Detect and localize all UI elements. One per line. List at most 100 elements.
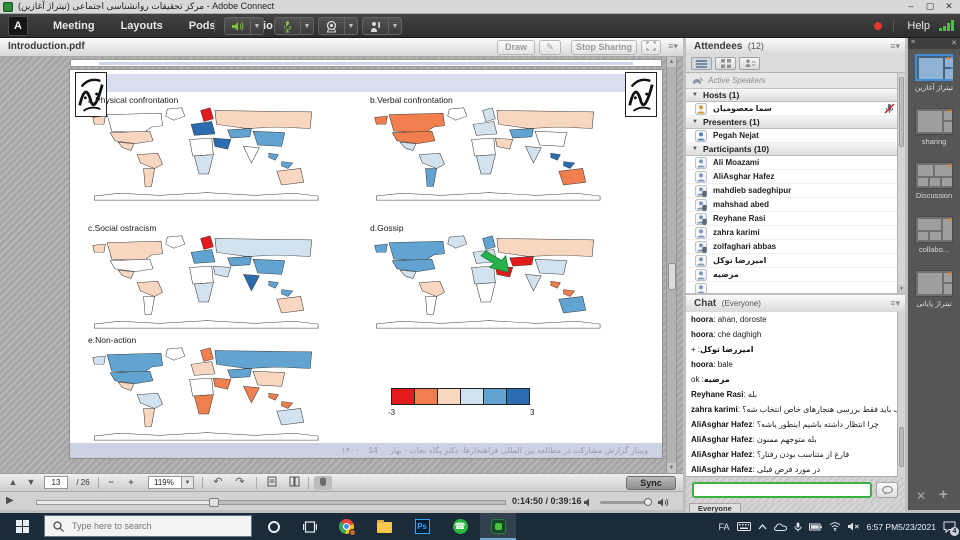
close-button[interactable]: ✕ bbox=[940, 0, 958, 13]
play-button[interactable]: ▶ bbox=[6, 495, 14, 506]
chrome-button[interactable] bbox=[328, 513, 364, 540]
attendee-row[interactable]: mahshad abed bbox=[686, 198, 905, 212]
grid-view-button[interactable] bbox=[715, 57, 736, 70]
scrollbar-handle[interactable] bbox=[899, 427, 904, 467]
layout-thumbnail-5[interactable] bbox=[915, 270, 953, 297]
notification-center-button[interactable]: 4 bbox=[943, 521, 956, 533]
start-button[interactable] bbox=[0, 513, 44, 540]
menu-meeting[interactable]: Meeting bbox=[40, 14, 108, 38]
scrollbar-handle[interactable] bbox=[899, 77, 904, 147]
scroll-down-arrow[interactable]: ▼ bbox=[667, 463, 676, 473]
language-indicator[interactable]: FA bbox=[719, 522, 730, 532]
search-input[interactable] bbox=[70, 520, 230, 532]
document-scrollbar[interactable]: ▲ ▼ bbox=[666, 57, 677, 473]
attendee-row[interactable]: AliAsghar Hafez bbox=[686, 170, 905, 184]
attendee-row[interactable]: Pegah Nejat bbox=[686, 129, 905, 143]
attendee-row[interactable]: Ali Moazami bbox=[686, 156, 905, 170]
taskbar-search[interactable] bbox=[44, 515, 252, 537]
list-view-button[interactable] bbox=[691, 57, 712, 70]
raise-hand-button[interactable] bbox=[362, 17, 389, 35]
attendee-row[interactable]: امیررضا توکل bbox=[686, 254, 905, 268]
playback-handle[interactable] bbox=[209, 498, 219, 507]
previous-page-button[interactable]: ▲ bbox=[6, 476, 20, 490]
playback-progress-track[interactable] bbox=[36, 500, 506, 505]
attendee-row[interactable]: zahra karimi bbox=[686, 226, 905, 240]
chat-pod-menu-icon[interactable]: ≡▾ bbox=[890, 298, 900, 309]
fullscreen-button[interactable] bbox=[641, 40, 661, 55]
scroll-up-arrow[interactable]: ▲ bbox=[667, 57, 676, 67]
attendee-row[interactable] bbox=[686, 282, 905, 293]
layouts-close-icon[interactable]: ✕ bbox=[951, 39, 957, 47]
photoshop-button[interactable]: Ps bbox=[404, 513, 440, 540]
share-pod-menu-icon[interactable]: ≡▾ bbox=[668, 41, 678, 52]
fit-page-button[interactable] bbox=[264, 476, 280, 490]
volume-slider[interactable] bbox=[600, 501, 650, 504]
page-number-input[interactable] bbox=[44, 476, 68, 489]
attendees-pod-menu-icon[interactable]: ≡▾ bbox=[890, 41, 900, 52]
volume-knob[interactable] bbox=[644, 498, 652, 506]
rotate-left-button[interactable]: ↶ bbox=[210, 476, 226, 490]
sidebar-close-icon[interactable]: ✕ bbox=[916, 489, 926, 503]
group-header-presenters[interactable]: ▼Presenters (1) bbox=[686, 116, 905, 129]
next-page-button[interactable]: ▼ bbox=[24, 476, 38, 490]
scrollbar-handle[interactable] bbox=[668, 263, 676, 290]
adobe-connect-button[interactable] bbox=[480, 513, 516, 540]
layout-thumbnail-2[interactable] bbox=[915, 108, 953, 135]
touch-keyboard-icon[interactable] bbox=[737, 522, 751, 531]
pointer-tool-button[interactable]: ✎ bbox=[539, 40, 561, 55]
fit-width-button[interactable] bbox=[286, 476, 302, 490]
tray-expand-chevron[interactable] bbox=[758, 524, 767, 530]
attendee-row[interactable]: mahdieb sadeghipur bbox=[686, 184, 905, 198]
task-view-button[interactable] bbox=[292, 513, 328, 540]
group-header-participants[interactable]: ▼Participants (10) bbox=[686, 143, 905, 156]
layout-label[interactable]: تیتراژ پایانی bbox=[908, 299, 960, 308]
attendee-row[interactable]: سما معصومیان bbox=[686, 102, 905, 116]
attendees-scrollbar[interactable]: ▼ bbox=[897, 73, 905, 293]
cortana-button[interactable] bbox=[256, 513, 292, 540]
zoom-out-button[interactable]: − bbox=[104, 476, 118, 490]
volume-speaker-icon[interactable] bbox=[658, 498, 670, 507]
wifi-icon[interactable] bbox=[829, 522, 841, 531]
scroll-down-arrow[interactable]: ▼ bbox=[898, 285, 905, 293]
status-dropdown[interactable]: ▼ bbox=[389, 17, 402, 35]
layout-thumbnail-4[interactable] bbox=[915, 216, 953, 243]
connection-signal-icon[interactable] bbox=[939, 20, 954, 31]
rotate-right-button[interactable]: ↷ bbox=[232, 476, 248, 490]
layouts-menu-icon[interactable]: ≡ bbox=[911, 39, 915, 46]
draw-button[interactable]: Draw bbox=[497, 40, 535, 55]
speaker-dropdown[interactable]: ▼ bbox=[251, 17, 264, 35]
webcam-dropdown[interactable]: ▼ bbox=[345, 17, 358, 35]
menu-layouts[interactable]: Layouts bbox=[108, 14, 176, 38]
microphone-tray-icon[interactable] bbox=[794, 522, 802, 532]
onedrive-icon[interactable] bbox=[774, 523, 787, 531]
attendee-row[interactable]: مرضیه bbox=[686, 268, 905, 282]
file-explorer-button[interactable] bbox=[366, 513, 402, 540]
whatsapp-button[interactable]: ☎ bbox=[442, 513, 478, 540]
layout-label[interactable]: collabo... bbox=[908, 245, 960, 254]
chat-message-input[interactable] bbox=[692, 482, 872, 498]
stop-sharing-button[interactable]: Stop Sharing bbox=[571, 40, 637, 55]
pan-tool-button[interactable] bbox=[314, 476, 332, 490]
attendee-row[interactable]: Reyhane Rasi bbox=[686, 212, 905, 226]
chat-send-button[interactable] bbox=[876, 482, 898, 498]
webcam-button[interactable] bbox=[318, 17, 345, 35]
tab-everyone[interactable]: Everyone bbox=[689, 503, 741, 512]
add-layout-icon[interactable]: + bbox=[939, 486, 948, 503]
active-speakers-row[interactable]: Active Speakers bbox=[686, 73, 905, 89]
layout-thumbnail-1[interactable] bbox=[915, 54, 953, 81]
help-menu[interactable]: Help bbox=[907, 14, 930, 38]
maximize-button[interactable]: ▢ bbox=[921, 0, 939, 13]
group-header-hosts[interactable]: ▼Hosts (1) bbox=[686, 89, 905, 102]
volume-mute-icon[interactable] bbox=[584, 498, 593, 507]
layout-label[interactable]: Discussion bbox=[908, 191, 960, 200]
status-view-button[interactable] bbox=[739, 57, 760, 70]
zoom-in-button[interactable]: + bbox=[124, 476, 138, 490]
attendee-row[interactable]: zolfaghari abbas bbox=[686, 240, 905, 254]
speaker-button[interactable] bbox=[224, 17, 251, 35]
layout-thumbnail-3[interactable] bbox=[915, 162, 953, 189]
minimize-button[interactable]: – bbox=[902, 0, 920, 13]
zoom-level-select[interactable]: ▼119% bbox=[148, 476, 194, 489]
menu-pods[interactable]: Pods bbox=[176, 14, 229, 38]
taskbar-clock[interactable]: 6:57 PM 5/23/2021 bbox=[867, 522, 936, 532]
layout-label[interactable]: تیتراژ آغازین bbox=[908, 83, 960, 92]
